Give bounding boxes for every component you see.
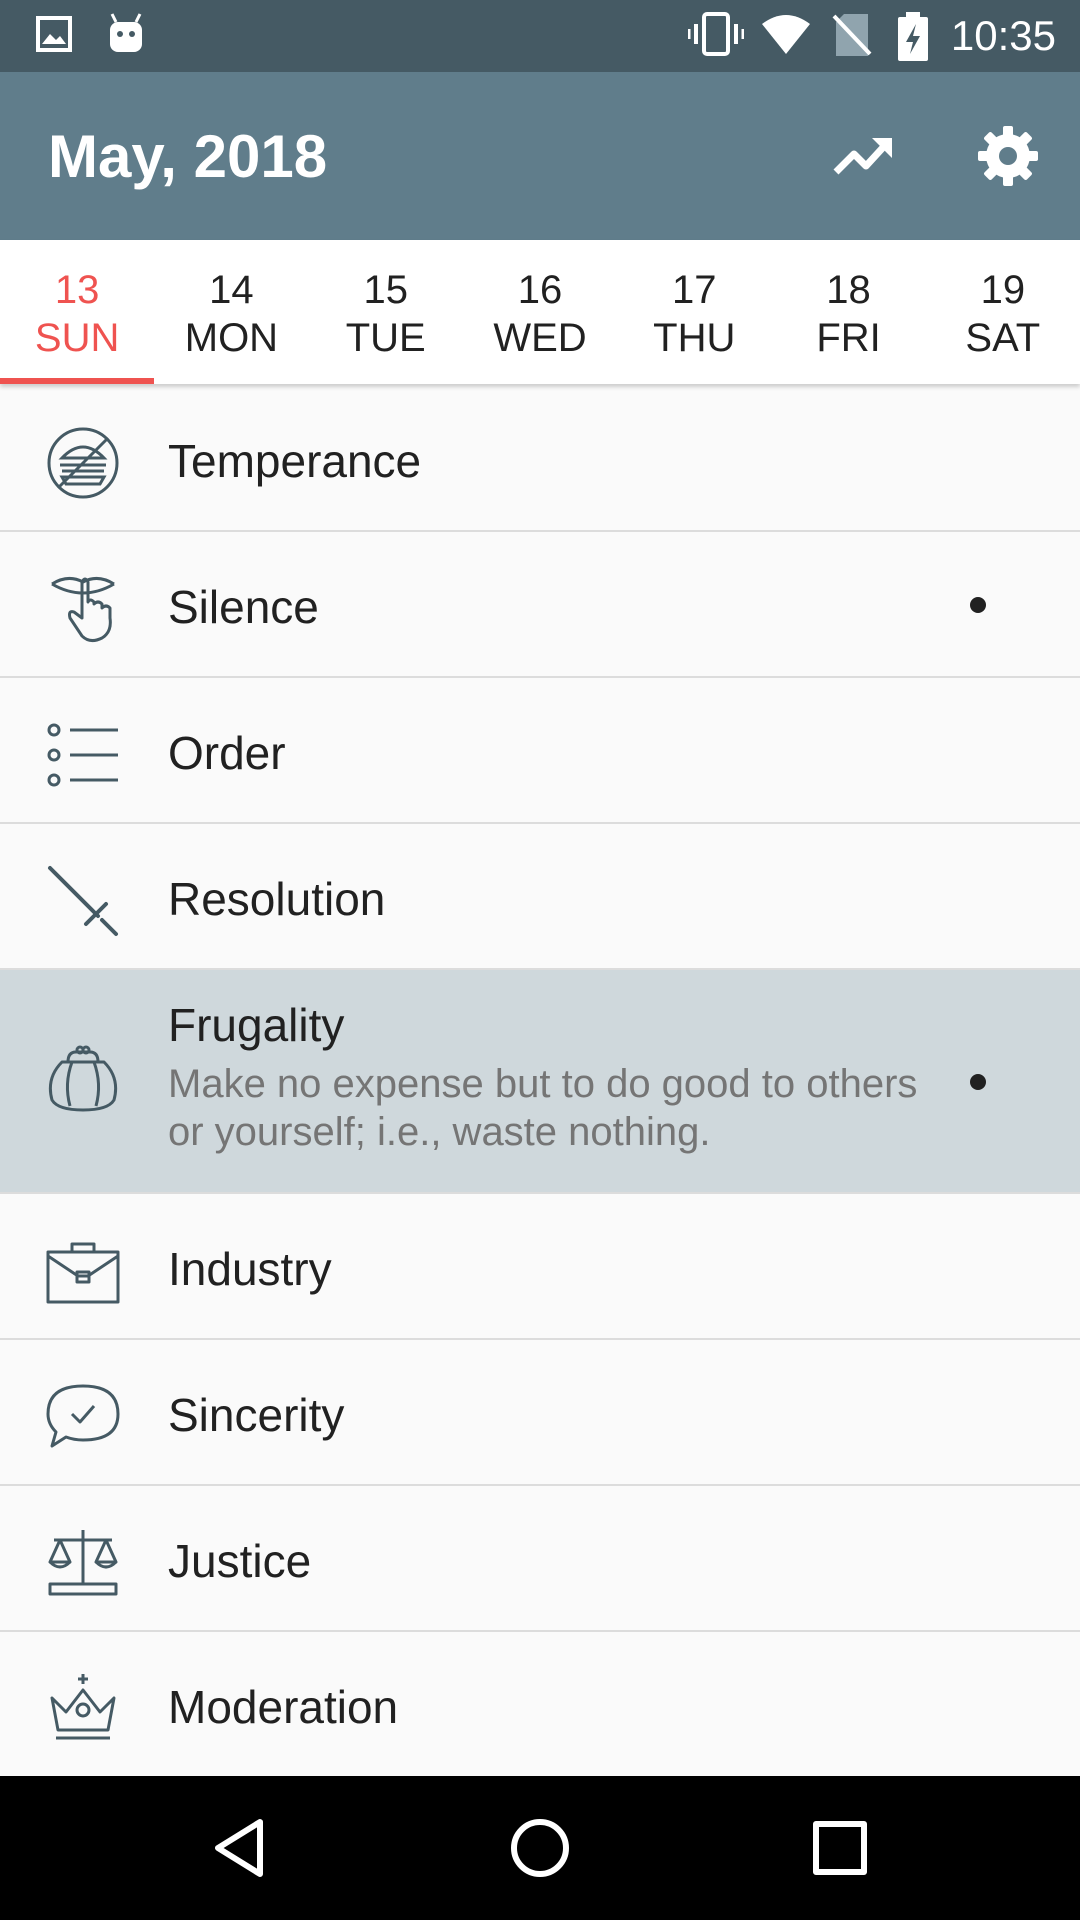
back-icon	[215, 1819, 263, 1877]
virtue-title: Industry	[168, 1243, 332, 1295]
virtue-title: Silence	[168, 581, 319, 633]
day-date: 19	[980, 268, 1026, 312]
week-day-tabs: 13 SUN 14 MON 15 TUE 16 WED 17 THU 18 FR…	[0, 240, 1080, 384]
sword-icon	[48, 866, 118, 936]
shush-hand-icon	[51, 577, 115, 643]
recents-icon	[813, 1821, 867, 1875]
day-weekday: SUN	[34, 316, 120, 360]
day-date: 17	[672, 268, 717, 312]
trending-up-icon	[833, 138, 892, 175]
list-item-justice[interactable]: Justice	[0, 1486, 1080, 1632]
coin-purse-icon	[48, 1045, 118, 1112]
day-date: 16	[517, 268, 563, 312]
virtue-title: Order	[168, 727, 286, 779]
tab-day-19[interactable]: 19 SAT	[926, 240, 1080, 384]
home-icon	[511, 1819, 569, 1877]
day-weekday: MON	[184, 316, 279, 360]
list-item-sincerity[interactable]: Sincerity	[0, 1340, 1080, 1486]
settings-button[interactable]	[976, 124, 1040, 188]
page-title: May, 2018	[48, 123, 328, 190]
day-weekday: WED	[493, 316, 587, 360]
wifi-icon	[762, 15, 810, 54]
virtue-title: Resolution	[168, 873, 386, 925]
speech-check-icon	[46, 1384, 120, 1448]
status-bar: 10:35	[0, 0, 1080, 72]
android-icon	[110, 13, 142, 52]
vibrate-icon	[688, 12, 744, 56]
scales-icon	[48, 1530, 118, 1596]
briefcase-icon	[46, 1242, 120, 1304]
settings-icon	[978, 126, 1038, 186]
battery-charging-icon	[898, 12, 928, 61]
tab-day-16[interactable]: 16 WED	[463, 240, 617, 384]
day-weekday: FRI	[816, 316, 881, 360]
tab-day-14[interactable]: 14 MON	[154, 240, 308, 384]
virtue-title: Temperance	[168, 435, 422, 487]
stats-button[interactable]	[832, 124, 896, 188]
tab-day-18[interactable]: 18 FRI	[771, 240, 925, 384]
day-date: 14	[209, 268, 254, 312]
system-nav-bar	[0, 1776, 1080, 1920]
tab-day-15[interactable]: 15 TUE	[309, 240, 463, 384]
day-weekday: THU	[653, 316, 736, 360]
list-item-resolution[interactable]: Resolution	[0, 824, 1080, 970]
image-icon	[36, 16, 72, 52]
back-button[interactable]	[206, 1812, 278, 1884]
list-item-silence[interactable]: Silence	[0, 532, 1080, 678]
tab-day-17[interactable]: 17 THU	[617, 240, 771, 384]
selected-tab-indicator	[0, 378, 155, 384]
crown-icon	[50, 1674, 116, 1740]
list-icon	[47, 723, 118, 787]
day-date: 15	[363, 268, 408, 312]
virtue-description: Make no expense but to do good to others…	[168, 1062, 918, 1154]
day-date: 18	[826, 268, 871, 312]
virtue-list: Temperance Silence Order Resolution Frug…	[0, 386, 1080, 1776]
marked-dot	[970, 1074, 986, 1090]
virtue-title: Sincerity	[168, 1389, 345, 1441]
status-time: 10:35	[950, 12, 1056, 59]
day-weekday: SAT	[965, 316, 1041, 360]
list-item-frugality[interactable]: Frugality Make no expense but to do good…	[0, 970, 1080, 1194]
virtue-title: Moderation	[168, 1681, 399, 1733]
no-burger-icon	[47, 427, 119, 499]
tab-day-13[interactable]: 13 SUN	[0, 240, 155, 384]
day-weekday: TUE	[345, 316, 426, 360]
list-item-industry[interactable]: Industry	[0, 1194, 1080, 1340]
list-item-moderation[interactable]: Moderation	[0, 1632, 1080, 1776]
virtue-title: Frugality	[168, 999, 345, 1051]
home-button[interactable]	[504, 1812, 576, 1884]
app-bar: May, 2018	[0, 72, 1080, 240]
list-item-temperance[interactable]: Temperance	[0, 386, 1080, 532]
marked-dot	[970, 597, 986, 613]
no-sim-icon	[832, 14, 872, 56]
recents-button[interactable]	[804, 1812, 876, 1884]
day-date: 13	[54, 268, 100, 312]
list-item-order[interactable]: Order	[0, 678, 1080, 824]
virtue-title: Justice	[168, 1535, 312, 1587]
